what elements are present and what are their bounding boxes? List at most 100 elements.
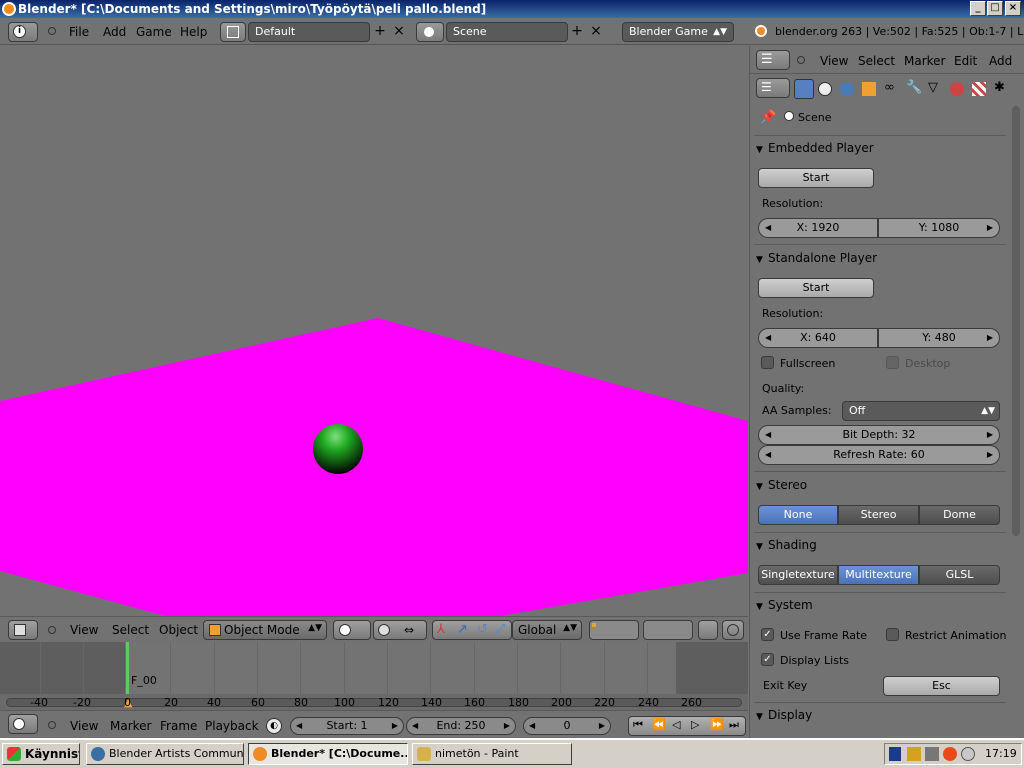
decrement-icon[interactable]: ◀	[765, 446, 771, 464]
collapse-icon[interactable]	[48, 721, 56, 729]
stereo-none-button[interactable]: None	[758, 505, 838, 525]
timeline-ruler[interactable]: ▲	[0, 694, 748, 710]
menu-playback[interactable]: Playback	[205, 719, 259, 733]
shading-singletexture-button[interactable]: Singletexture	[758, 565, 838, 585]
stereo-stereo-button[interactable]: Stereo	[838, 505, 919, 525]
render-button[interactable]	[722, 620, 744, 640]
scene-field[interactable]: Scene	[446, 22, 568, 42]
lock-camera-button[interactable]	[698, 620, 718, 640]
remove-scene-icon[interactable]: ×	[588, 23, 604, 41]
collapse-icon[interactable]	[48, 27, 56, 35]
end-frame-field[interactable]: ◀ End: 250 ▶	[406, 717, 516, 735]
menu-marker[interactable]: Marker	[904, 54, 945, 68]
standalone-start-button[interactable]: Start	[758, 278, 874, 298]
ground-plane[interactable]	[0, 318, 748, 616]
panel-display[interactable]: ▼ Display	[756, 704, 812, 726]
start-button[interactable]: Käynnistä	[2, 743, 80, 765]
editor-type-button[interactable]	[8, 620, 38, 640]
tray-volume-icon[interactable]	[961, 747, 975, 761]
tray-antivirus-icon[interactable]	[943, 747, 957, 761]
refresh-rate-field[interactable]: ◀ Refresh Rate: 60 ▶	[758, 445, 1000, 465]
screen-layout-button[interactable]	[220, 22, 246, 42]
minimize-button[interactable]: _	[970, 1, 986, 16]
menu-object[interactable]: Object	[159, 623, 198, 637]
menu-add[interactable]: Add	[103, 25, 126, 39]
add-scene-icon[interactable]: +	[569, 23, 585, 41]
editor-type-button[interactable]: ☰	[756, 78, 790, 98]
scene-browse-button[interactable]	[416, 22, 444, 42]
jump-end-icon[interactable]: ⏭	[729, 718, 739, 732]
editor-type-button[interactable]	[8, 714, 38, 734]
tray-language-icon[interactable]	[889, 747, 901, 761]
decrement-icon[interactable]: ◀	[412, 718, 418, 734]
menu-game[interactable]: Game	[136, 25, 172, 39]
decrement-icon[interactable]: ◀	[765, 426, 771, 444]
menu-frame[interactable]: Frame	[160, 719, 197, 733]
taskbar-paint[interactable]: nimetön - Paint	[412, 743, 572, 765]
close-button[interactable]: ×	[1005, 1, 1021, 16]
viewport-shading-dropdown[interactable]	[333, 620, 371, 640]
prev-keyframe-icon[interactable]: ⏪	[652, 718, 666, 731]
texture-tab-icon[interactable]	[972, 82, 986, 96]
layer-buttons-1[interactable]	[589, 620, 639, 640]
keyframe-record-icon[interactable]: ◐	[266, 718, 282, 734]
stereo-dome-button[interactable]: Dome	[919, 505, 1000, 525]
menu-help[interactable]: Help	[180, 25, 207, 39]
taskbar-browser[interactable]: Blender Artists Communit...	[86, 743, 244, 765]
world-tab-icon[interactable]	[840, 82, 854, 96]
tray-app-icon[interactable]	[907, 747, 921, 761]
start-frame-field[interactable]: ◀ Start: 1 ▶	[290, 717, 404, 735]
decrement-icon[interactable]: ◀	[765, 329, 771, 347]
collapse-icon[interactable]	[48, 626, 56, 634]
menu-edit[interactable]: Edit	[954, 54, 977, 68]
embedded-start-button[interactable]: Start	[758, 168, 874, 188]
increment-icon[interactable]: ▶	[987, 219, 993, 237]
maximize-button[interactable]: □	[987, 1, 1003, 16]
next-keyframe-icon[interactable]: ⏩	[710, 718, 724, 731]
add-layout-icon[interactable]: +	[372, 23, 388, 41]
increment-icon[interactable]: ▶	[504, 718, 510, 734]
modifier-tab-icon[interactable]: 🔧	[906, 80, 922, 95]
shading-multitexture-button[interactable]: Multitexture	[838, 565, 919, 585]
panel-system[interactable]: ▼ System	[756, 594, 813, 616]
play-icon[interactable]: ▷	[691, 718, 699, 731]
menu-view[interactable]: View	[70, 623, 98, 637]
panel-shading[interactable]: ▼ Shading	[756, 534, 817, 556]
timeline-scrollbar[interactable]	[6, 698, 742, 707]
menu-marker[interactable]: Marker	[110, 719, 151, 733]
menu-file[interactable]: File	[69, 25, 89, 39]
remove-layout-icon[interactable]: ×	[391, 23, 407, 41]
increment-icon[interactable]: ▶	[987, 446, 993, 464]
play-reverse-icon[interactable]: ◁	[672, 718, 680, 731]
screen-layout-field[interactable]: Default	[248, 22, 370, 42]
panel-stereo[interactable]: ▼ Stereo	[756, 474, 807, 496]
shading-glsl-button[interactable]: GLSL	[919, 565, 1000, 585]
taskbar-blender[interactable]: Blender* [C:\Docume...	[248, 743, 408, 765]
decrement-icon[interactable]: ◀	[296, 718, 302, 734]
tray-network-icon[interactable]	[925, 747, 939, 761]
current-frame-field[interactable]: ◀ 0 ▶	[523, 717, 611, 735]
render-tab-icon[interactable]	[794, 79, 814, 99]
manipulator-buttons[interactable]: ⅄ ↗ ↺ ⤢	[432, 620, 512, 640]
layer-buttons-2[interactable]	[643, 620, 693, 640]
timeline-area[interactable]: F_00 ▲ -40 -20 0 20 40 60 80 100 120 140…	[0, 642, 748, 710]
embedded-resolution-y[interactable]: Y: 1080 ▶	[878, 218, 1000, 238]
exit-key-button[interactable]: Esc	[883, 676, 1000, 696]
display-lists-checkbox[interactable]: ✓	[761, 653, 774, 666]
mode-dropdown[interactable]: Object Mode ▲▼	[203, 620, 327, 640]
increment-icon[interactable]: ▶	[392, 718, 398, 734]
current-frame-line[interactable]	[126, 642, 129, 694]
constraint-tab-icon[interactable]: ∞	[884, 80, 895, 95]
pin-icon[interactable]: 📌	[760, 110, 776, 125]
fullscreen-checkbox[interactable]	[761, 356, 774, 369]
menu-add[interactable]: Add	[989, 54, 1012, 68]
3d-viewport[interactable]	[0, 46, 748, 616]
render-engine-dropdown[interactable]: Blender Game ▲▼	[622, 22, 734, 42]
menu-view[interactable]: View	[70, 719, 98, 733]
increment-icon[interactable]: ▶	[987, 329, 993, 347]
menu-view[interactable]: View	[820, 54, 848, 68]
pivot-snap-buttons[interactable]: ⇔	[373, 620, 427, 640]
panel-standalone-player[interactable]: ▼ Standalone Player	[756, 247, 877, 269]
menu-select[interactable]: Select	[858, 54, 895, 68]
embedded-resolution-x[interactable]: ◀ X: 1920	[758, 218, 878, 238]
